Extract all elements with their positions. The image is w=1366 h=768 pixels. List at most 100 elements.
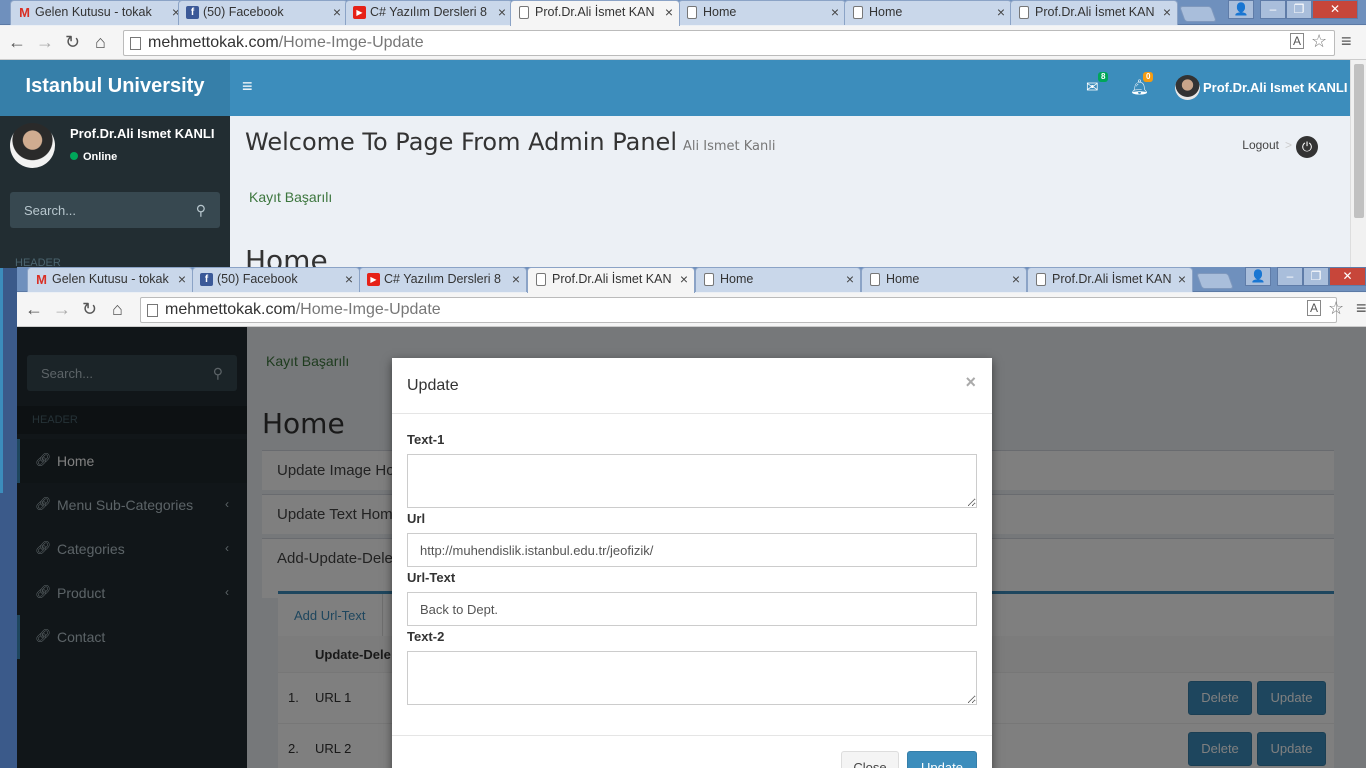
gmail-icon: M	[36, 272, 47, 287]
home-icon[interactable]: ⌂	[112, 299, 123, 319]
text1-field[interactable]	[407, 454, 977, 508]
new-tab-button[interactable]	[1196, 273, 1234, 289]
url-text-label: Url-Text	[407, 570, 456, 585]
sidebar-header: HEADER	[15, 257, 61, 268]
close-icon[interactable]: ×	[965, 372, 976, 393]
close-icon[interactable]: ×	[831, 4, 839, 20]
menu-icon[interactable]: ≡	[1356, 298, 1366, 319]
user-name: Prof.Dr.Ali Ismet KANLI	[70, 126, 215, 141]
minimize-button[interactable]: –	[1277, 267, 1303, 286]
app-logo[interactable]: Istanbul University	[0, 60, 230, 116]
forward-icon[interactable]: →	[53, 299, 71, 319]
reload-icon[interactable]: ↻	[82, 299, 97, 319]
maximize-button[interactable]: ❐	[1303, 267, 1329, 286]
minimize-button[interactable]: –	[1260, 0, 1286, 19]
page-subtitle: Ali Ismet Kanli	[683, 139, 776, 154]
browser-tab-home[interactable]: Home ×	[678, 0, 846, 25]
header-user-name[interactable]: Prof.Dr.Ali Ismet KANLI	[1203, 80, 1347, 95]
power-icon[interactable]: ⏻	[1296, 136, 1318, 158]
close-icon[interactable]: ×	[846, 271, 854, 287]
reload-icon[interactable]: ↻	[65, 32, 80, 52]
browser-tab-gmail[interactable]: M Gelen Kutusu - tokak ×	[27, 267, 193, 292]
modal-header: Update ×	[392, 358, 992, 414]
browser-tab-prof[interactable]: Prof.Dr.Ali İsmet KAN ×	[1010, 0, 1178, 25]
star-icon[interactable]: ☆	[1328, 298, 1344, 319]
close-window-button[interactable]: ✕	[1312, 0, 1358, 19]
url-input[interactable]	[407, 533, 977, 567]
tab-title: Home	[703, 5, 737, 19]
text2-field[interactable]	[407, 651, 977, 705]
browser-tab-facebook[interactable]: f (50) Facebook ×	[192, 267, 360, 292]
close-icon[interactable]: ×	[1178, 271, 1186, 287]
browser-window-back: M Gelen Kutusu - tokak × f (50) Facebook × ▶…	[0, 0, 1366, 268]
page-icon	[853, 6, 863, 19]
scrollbar[interactable]	[1350, 60, 1366, 268]
back-icon[interactable]: ←	[8, 32, 26, 52]
close-button[interactable]: Close	[841, 751, 899, 768]
forward-icon[interactable]: →	[36, 32, 54, 52]
browser-tab-active[interactable]: Prof.Dr.Ali İsmet KAN ×	[510, 0, 680, 26]
logout-text[interactable]: Logout	[1242, 138, 1279, 152]
sidebar-edge	[0, 268, 3, 493]
sidebar-search-input[interactable]: Search... ⚲	[10, 192, 220, 228]
close-icon[interactable]: ×	[333, 4, 341, 20]
url-host: mehmettokak.com	[165, 301, 296, 318]
home-icon[interactable]: ⌂	[95, 32, 106, 52]
app-header: Istanbul University ≡ ✉ 8 🔔︎ 0 Prof.Dr.A…	[0, 60, 1366, 116]
page-icon	[1036, 273, 1046, 286]
close-icon[interactable]: ×	[680, 271, 688, 287]
page-icon	[519, 6, 529, 19]
tab-title: Gelen Kutusu - tokak	[52, 272, 169, 286]
user-status-text: Online	[83, 151, 118, 163]
browser-tab-youtube[interactable]: ▶ C# Yazılım Dersleri 8 ×	[345, 0, 513, 25]
tab-strip: M Gelen Kutusu - tokak × f (50) Facebook × ▶…	[17, 267, 1366, 293]
url-field[interactable]: mehmettokak.com/Home-Imge-Update	[140, 297, 1337, 323]
star-icon[interactable]: ☆	[1311, 31, 1327, 52]
close-window-button[interactable]: ✕	[1329, 267, 1366, 286]
browser-tab-home-2[interactable]: Home ×	[844, 0, 1012, 25]
close-icon[interactable]: ×	[345, 271, 353, 287]
modal-title: Update	[407, 377, 459, 394]
browser-tab-home[interactable]: Home ×	[695, 267, 861, 292]
menu-icon[interactable]: ≡	[1341, 31, 1352, 52]
close-icon[interactable]: ×	[997, 4, 1005, 20]
avatar[interactable]	[1175, 75, 1200, 100]
gmail-icon: M	[19, 5, 30, 20]
logout-link[interactable]: Logout >	[1242, 138, 1292, 152]
search-icon[interactable]: ⚲	[196, 202, 206, 219]
scrollbar-thumb[interactable]	[1354, 64, 1364, 218]
close-icon[interactable]: ×	[665, 4, 673, 20]
url-text-input[interactable]	[407, 592, 977, 626]
browser-tab-active[interactable]: Prof.Dr.Ali İsmet KAN ×	[527, 267, 695, 293]
new-tab-button[interactable]	[1179, 6, 1217, 22]
facebook-icon: f	[186, 6, 199, 19]
content-area: Welcome To Page From Admin Panel Ali Isme…	[230, 116, 1350, 268]
tab-title: Prof.Dr.Ali İsmet KAN	[1035, 5, 1155, 19]
close-icon[interactable]: ×	[498, 4, 506, 20]
breadcrumb-separator: >	[1284, 138, 1292, 152]
envelope-icon[interactable]: ✉	[1086, 78, 1099, 96]
url-field[interactable]: mehmettokak.com/Home-Imge-Update	[123, 30, 1335, 56]
browser-tab-facebook[interactable]: f (50) Facebook ×	[178, 0, 348, 25]
user-icon[interactable]: 👤	[1245, 267, 1271, 286]
page-icon	[536, 273, 546, 286]
browser-tab-youtube[interactable]: ▶ C# Yazılım Dersleri 8 ×	[359, 267, 527, 292]
hamburger-icon[interactable]: ≡	[242, 76, 253, 97]
translate-icon[interactable]: A	[1290, 33, 1305, 49]
close-icon[interactable]: ×	[512, 271, 520, 287]
user-icon[interactable]: 👤	[1228, 0, 1254, 19]
close-icon[interactable]: ×	[1163, 4, 1171, 20]
browser-tab-home-2[interactable]: Home ×	[861, 267, 1027, 292]
tab-title: C# Yazılım Dersleri 8	[384, 272, 501, 286]
back-icon[interactable]: ←	[25, 299, 43, 319]
close-icon[interactable]: ×	[1012, 271, 1020, 287]
tab-strip: M Gelen Kutusu - tokak × f (50) Facebook × ▶…	[0, 0, 1366, 26]
close-icon[interactable]: ×	[178, 271, 186, 287]
maximize-button[interactable]: ❐	[1286, 0, 1312, 19]
browser-tab-gmail[interactable]: M Gelen Kutusu - tokak ×	[10, 0, 187, 25]
facebook-icon: f	[200, 273, 213, 286]
update-button[interactable]: Update	[907, 751, 977, 768]
translate-icon[interactable]: A	[1307, 300, 1322, 316]
page-icon	[130, 37, 141, 50]
browser-tab-prof[interactable]: Prof.Dr.Ali İsmet KAN ×	[1027, 267, 1193, 292]
